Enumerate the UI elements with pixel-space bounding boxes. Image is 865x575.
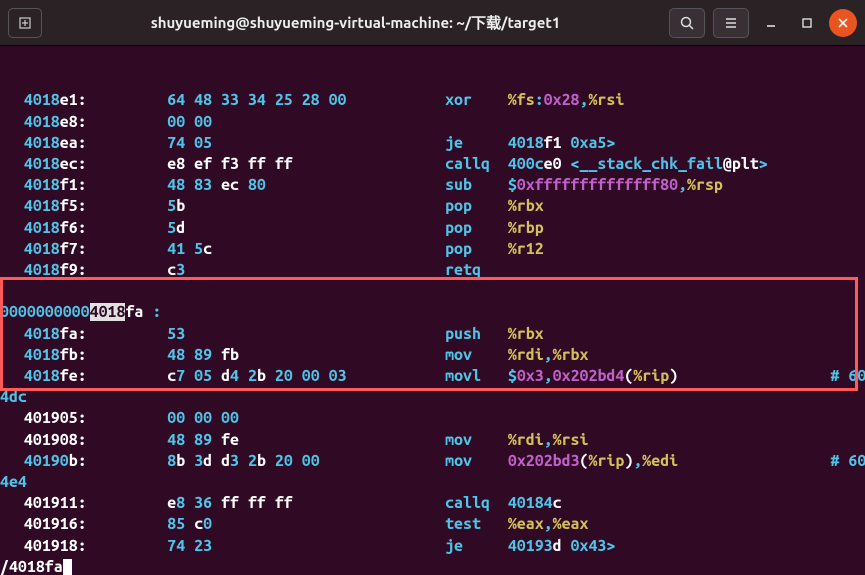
asm-line: 4018fb: 48 89 fb mov %rdi,%rbx <box>0 345 865 366</box>
asm-line: 4018e1: 64 48 33 34 25 28 00 xor %fs:0x2… <box>0 90 865 111</box>
asm-line: 401916: 85 c0 test %eax,%eax <box>0 514 865 535</box>
asm-line: 4018f6: 5d pop %rbp <box>0 218 865 239</box>
asm-line: 4018f9: c3 retq <box>0 260 865 281</box>
menu-button[interactable] <box>713 8 749 38</box>
maximize-button[interactable] <box>793 9 821 37</box>
asm-line: 401908: 48 89 fe mov %rdi,%rsi <box>0 430 865 451</box>
asm-line: 4018ea: 74 05 je 4018f1 0xa5> <box>0 133 865 154</box>
asm-blank <box>0 281 865 302</box>
search-button[interactable] <box>669 8 705 38</box>
asm-line: 4018ec: e8 ef f3 ff ff callq 400ce0 <__s… <box>0 154 865 175</box>
minimize-button[interactable] <box>757 9 785 37</box>
asm-line: 401905: 00 00 00 <box>0 408 865 429</box>
asm-symbol-vlevel: 4dc <box>0 387 865 408</box>
asm-line: 4018f1: 48 83 ec 80 sub $0xfffffffffffff… <box>0 175 865 196</box>
asm-symbol-touch3: 00000000004018fa : <box>0 302 865 323</box>
asm-line: 40190b: 8b 3d d3 2b 20 00 mov 0x202bd3(%… <box>0 451 865 472</box>
search-line: /4018fa <box>0 557 865 575</box>
window-title: shuyueming@shuyueming-virtual-machine: ~… <box>50 12 661 33</box>
asm-line: 4018f7: 41 5c pop %r12 <box>0 239 865 260</box>
terminal-output[interactable]: 4018e1: 64 48 33 34 25 28 00 xor %fs:0x2… <box>0 46 865 575</box>
asm-symbol-cookie: 4e4 <box>0 472 865 493</box>
close-button[interactable] <box>829 9 857 37</box>
cursor <box>63 559 72 575</box>
asm-line: 4018fa: 53 push %rbx <box>0 324 865 345</box>
titlebar: shuyueming@shuyueming-virtual-machine: ~… <box>0 0 865 46</box>
asm-line: 4018f5: 5b pop %rbx <box>0 196 865 217</box>
asm-line: 401911: e8 36 ff ff ff callq 40184c <box>0 493 865 514</box>
asm-line: 4018e8: 00 00 <box>0 112 865 133</box>
asm-line: 401918: 74 23 je 40193d 0x43> <box>0 536 865 557</box>
new-tab-button[interactable] <box>8 8 42 38</box>
asm-line: 4018fe: c7 05 d4 2b 20 00 03 movl $0x3,0… <box>0 366 865 387</box>
